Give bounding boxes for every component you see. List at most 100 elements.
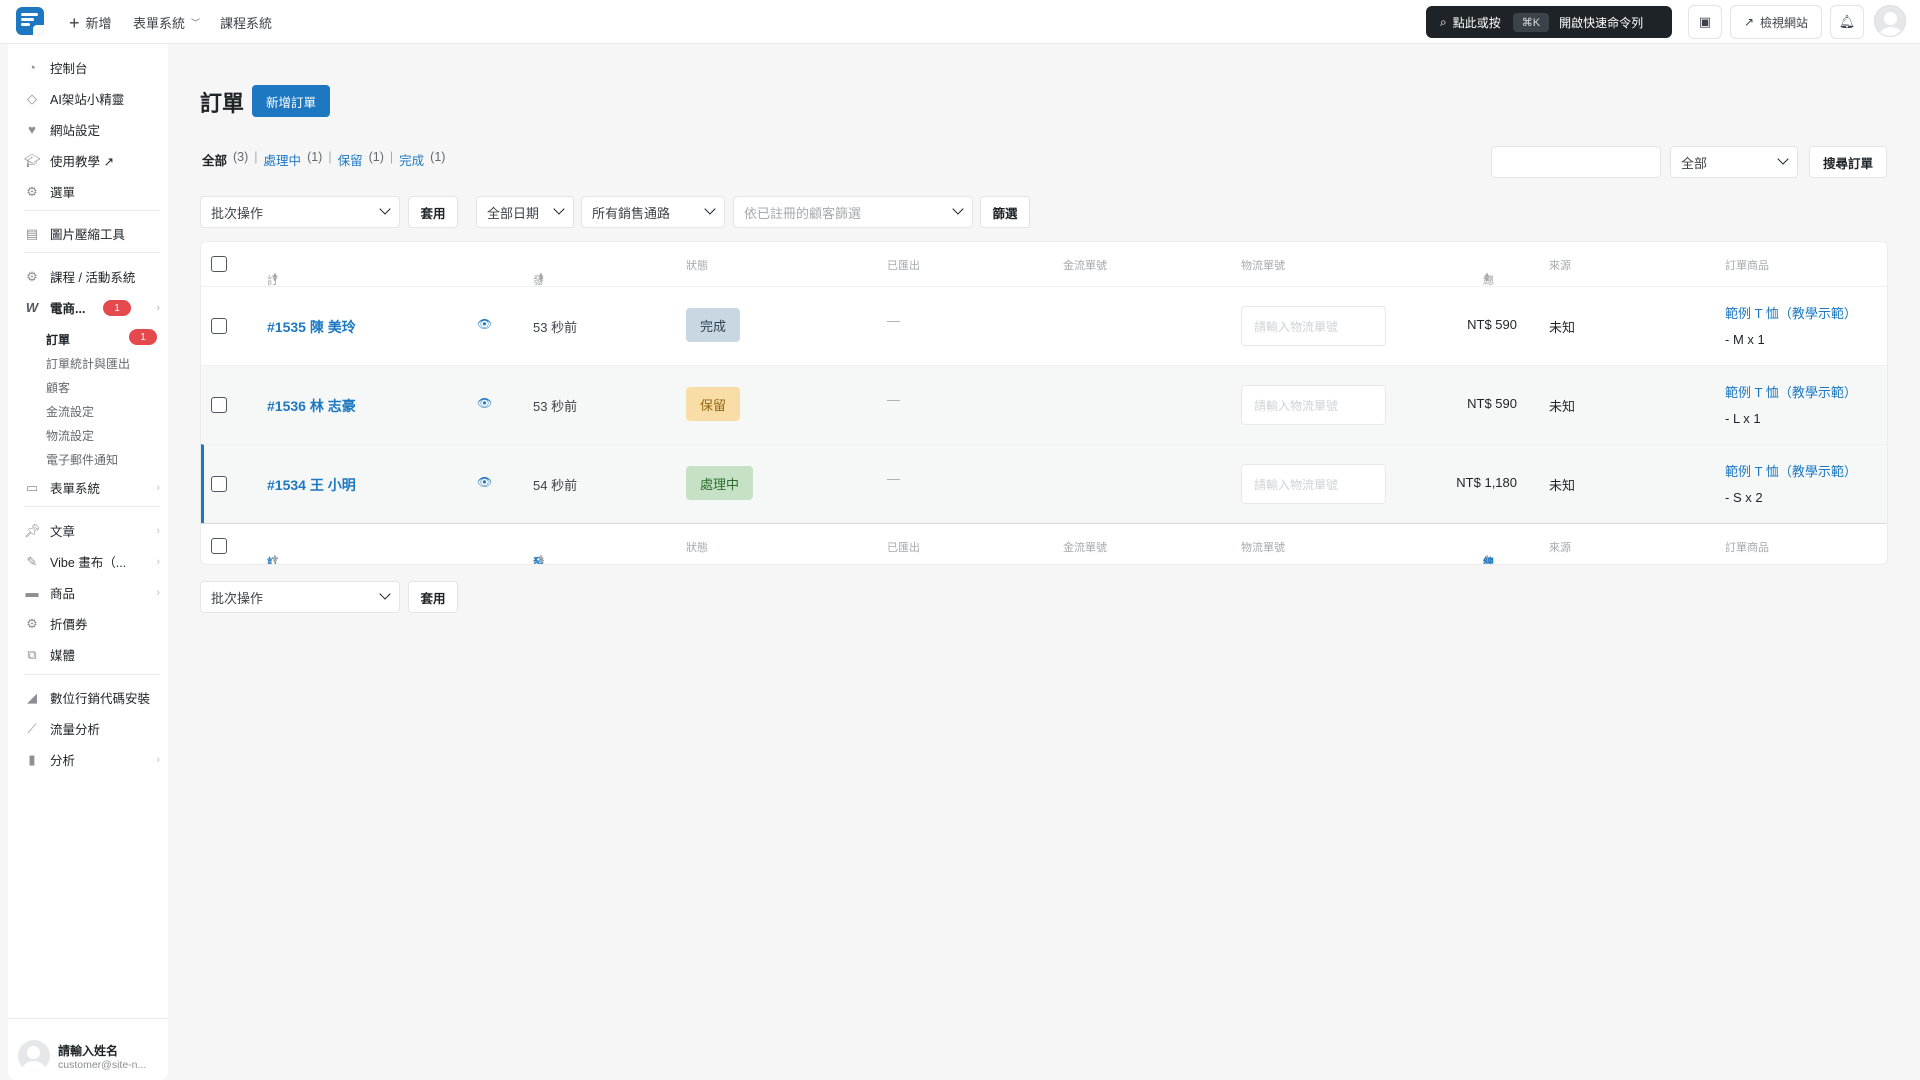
notifications-button[interactable]: 🔔︎ bbox=[1830, 5, 1864, 39]
sidebar-item-forms[interactable]: ▭ 表單系統 › bbox=[24, 478, 164, 497]
order-source: 未知 bbox=[1549, 320, 1576, 335]
product-qty: - S x 2 bbox=[1725, 490, 1763, 505]
sidebar-item-media[interactable]: ⧉ 媒體 bbox=[24, 645, 164, 664]
ecommerce-count-badge: 1 bbox=[103, 300, 131, 316]
sidebar-item-courses[interactable]: ⚙ 課程 / 活動系統 bbox=[24, 267, 164, 286]
order-items: 範例 T 恤（教學示範） - S x 2 bbox=[1725, 459, 1885, 511]
exported-value: — bbox=[887, 471, 900, 486]
eye-icon[interactable]: 👁︎ bbox=[477, 317, 492, 331]
date-filter-select[interactable]: 全部日期 bbox=[476, 196, 574, 228]
apply-button-bottom[interactable]: 套用 bbox=[408, 581, 458, 613]
sidebar-item-menus[interactable]: ⚙ 選單 bbox=[24, 182, 164, 201]
order-link[interactable]: #1536 林 志豪 bbox=[267, 396, 356, 416]
sidebar-item-tutorials[interactable]: 🎓︎ 使用教學 ↗ bbox=[24, 151, 164, 170]
sidebar-item-image-compress[interactable]: ▤ 圖片壓縮工具 bbox=[24, 224, 164, 243]
product-link[interactable]: 範例 T 恤（教學示範） bbox=[1725, 301, 1885, 327]
sidebar-item-label: 選單 bbox=[50, 186, 76, 200]
table-row[interactable]: #1536 林 志豪 👁︎ 53 秒前 保留 — 請輸入物流單號 NT$ 590… bbox=[201, 365, 1887, 444]
tracking-input[interactable]: 請輸入物流單號 bbox=[1241, 464, 1386, 504]
row-checkbox[interactable] bbox=[211, 476, 227, 492]
sidebar-subitem-payment-settings[interactable]: 金流設定 bbox=[46, 403, 94, 420]
filter-all[interactable]: 全部 bbox=[202, 150, 227, 169]
avatar[interactable] bbox=[1874, 5, 1906, 37]
avatar bbox=[18, 1040, 50, 1072]
sidebar-item-label: 商品 bbox=[50, 587, 76, 601]
col-status: 狀態 bbox=[686, 260, 708, 272]
filter-count: (1) bbox=[307, 150, 323, 164]
sidebar-divider bbox=[24, 252, 160, 253]
sidebar-user-card[interactable]: 請輸入姓名 customer@site-n... bbox=[18, 1040, 146, 1072]
monitor-icon: ▣ bbox=[1698, 14, 1712, 29]
channel-filter-value: 所有銷售通路 bbox=[592, 205, 671, 221]
order-items: 範例 T 恤（教學示範） - L x 1 bbox=[1725, 380, 1885, 432]
filter-on-hold[interactable]: 保留 bbox=[338, 150, 363, 169]
sidebar-item-marketing-codes[interactable]: ◢ 數位行銷代碼安裝 bbox=[24, 688, 164, 707]
filter-processing[interactable]: 處理中 bbox=[264, 150, 302, 169]
sidebar-item-products[interactable]: ▬ 商品 › bbox=[24, 583, 164, 602]
sidebar-item-posts[interactable]: 📌︎ 文章 › bbox=[24, 521, 164, 540]
add-order-button[interactable]: 新增訂單 bbox=[252, 85, 330, 117]
select-all-checkbox[interactable] bbox=[211, 538, 227, 554]
sidebar-item-label: 折價券 bbox=[50, 618, 88, 632]
bulk-action-select[interactable]: 批次操作 bbox=[200, 196, 400, 228]
sidebar-item-vibe-canvas[interactable]: ✎ Vibe 畫布（... › bbox=[24, 552, 164, 571]
status-select[interactable]: 全部 bbox=[1670, 146, 1798, 178]
trend-icon: ⟋ bbox=[27, 720, 37, 736]
table-row[interactable]: #1534 王 小明 👁︎ 54 秒前 處理中 — 請輸入物流單號 NT$ 1,… bbox=[201, 444, 1887, 523]
sidebar-subitem-orders[interactable]: 訂單 bbox=[46, 331, 70, 348]
sort-icon: ▲ ▼ bbox=[271, 270, 279, 284]
exported-value: — bbox=[887, 313, 900, 328]
sidebar-item-site-settings[interactable]: ♥ 網站設定 bbox=[24, 120, 164, 139]
bulk-action-select-bottom[interactable]: 批次操作 bbox=[200, 581, 400, 613]
sidebar-item-analytics[interactable]: ▮ 分析 › bbox=[24, 750, 164, 769]
search-input[interactable] bbox=[1491, 146, 1661, 178]
new-content-button[interactable]: + 新增 bbox=[69, 13, 112, 32]
filter-completed[interactable]: 完成 bbox=[399, 150, 424, 169]
table-row[interactable]: #1535 陳 美玲 👁︎ 53 秒前 完成 — 請輸入物流單號 NT$ 590… bbox=[201, 286, 1887, 365]
row-checkbox[interactable] bbox=[211, 318, 227, 334]
eye-icon[interactable]: 👁︎ bbox=[477, 475, 492, 489]
order-link[interactable]: #1534 王 小明 bbox=[267, 475, 356, 495]
order-link[interactable]: #1535 陳 美玲 bbox=[267, 317, 356, 337]
sidebar-divider bbox=[24, 506, 160, 507]
sort-icon: ▲ ▼ bbox=[271, 552, 279, 565]
courses-menu[interactable]: 課程系統 bbox=[220, 13, 272, 32]
apply-button[interactable]: 套用 bbox=[408, 196, 458, 228]
sidebar-item-label: 電商... bbox=[50, 302, 86, 316]
page-title: 訂單 bbox=[200, 91, 245, 116]
filter-separator: | bbox=[328, 150, 332, 164]
sidebar-item-ai-wizard[interactable]: ◇ AI架站小精靈 bbox=[24, 89, 164, 108]
admin-top-bar: + 新增 表單系統 ﹀ 課程系統 ⌕ 點此或按 ⌘K 開啟快速命令列 ▣ ↗ 檢… bbox=[0, 0, 1920, 44]
command-palette-button[interactable]: ⌕ 點此或按 ⌘K 開啟快速命令列 bbox=[1426, 6, 1672, 38]
search-orders-button[interactable]: 搜尋訂單 bbox=[1809, 146, 1887, 178]
sidebar-subitem-email-notifications[interactable]: 電子郵件通知 bbox=[46, 451, 118, 468]
select-all-checkbox[interactable] bbox=[211, 256, 227, 272]
site-logo-icon[interactable] bbox=[16, 7, 44, 35]
heart-icon: ♥ bbox=[28, 122, 36, 137]
forms-menu[interactable]: 表單系統 ﹀ bbox=[133, 13, 200, 32]
sidebar-item-coupons[interactable]: ⚙ 折價券 bbox=[24, 614, 164, 633]
screen-preview-button[interactable]: ▣ bbox=[1688, 5, 1722, 39]
customer-filter-select[interactable]: 依已註冊的顧客篩選 bbox=[733, 196, 973, 228]
user-email: customer@site-n... bbox=[58, 1058, 147, 1071]
view-site-button[interactable]: ↗ 檢視網站 bbox=[1730, 5, 1822, 39]
eye-icon[interactable]: 👁︎ bbox=[477, 396, 492, 410]
tracking-input[interactable]: 請輸入物流單號 bbox=[1241, 385, 1386, 425]
sidebar-subitem-order-stats[interactable]: 訂單統計與匯出 bbox=[46, 355, 130, 372]
chevron-down-icon bbox=[379, 203, 391, 215]
order-date: 54 秒前 bbox=[533, 478, 578, 493]
sidebar-subitem-shipping-settings[interactable]: 物流設定 bbox=[46, 427, 94, 444]
filter-button[interactable]: 篩選 bbox=[980, 196, 1030, 228]
sidebar-item-traffic[interactable]: ⟋ 流量分析 bbox=[24, 719, 164, 738]
order-total: NT$ 590 bbox=[1467, 317, 1517, 332]
channel-filter-select[interactable]: 所有銷售通路 bbox=[581, 196, 725, 228]
col-status: 狀態 bbox=[686, 542, 708, 554]
sidebar-item-dashboard[interactable]: ◔ 控制台 bbox=[24, 58, 164, 77]
col-payment-no: 金流單號 bbox=[1063, 260, 1107, 272]
sidebar-subitem-customers[interactable]: 顧客 bbox=[46, 379, 70, 396]
sidebar-item-ecommerce[interactable]: W 電商... › bbox=[24, 298, 164, 317]
row-checkbox[interactable] bbox=[211, 397, 227, 413]
product-link[interactable]: 範例 T 恤（教學示範） bbox=[1725, 459, 1885, 485]
tracking-input[interactable]: 請輸入物流單號 bbox=[1241, 306, 1386, 346]
product-link[interactable]: 範例 T 恤（教學示範） bbox=[1725, 380, 1885, 406]
